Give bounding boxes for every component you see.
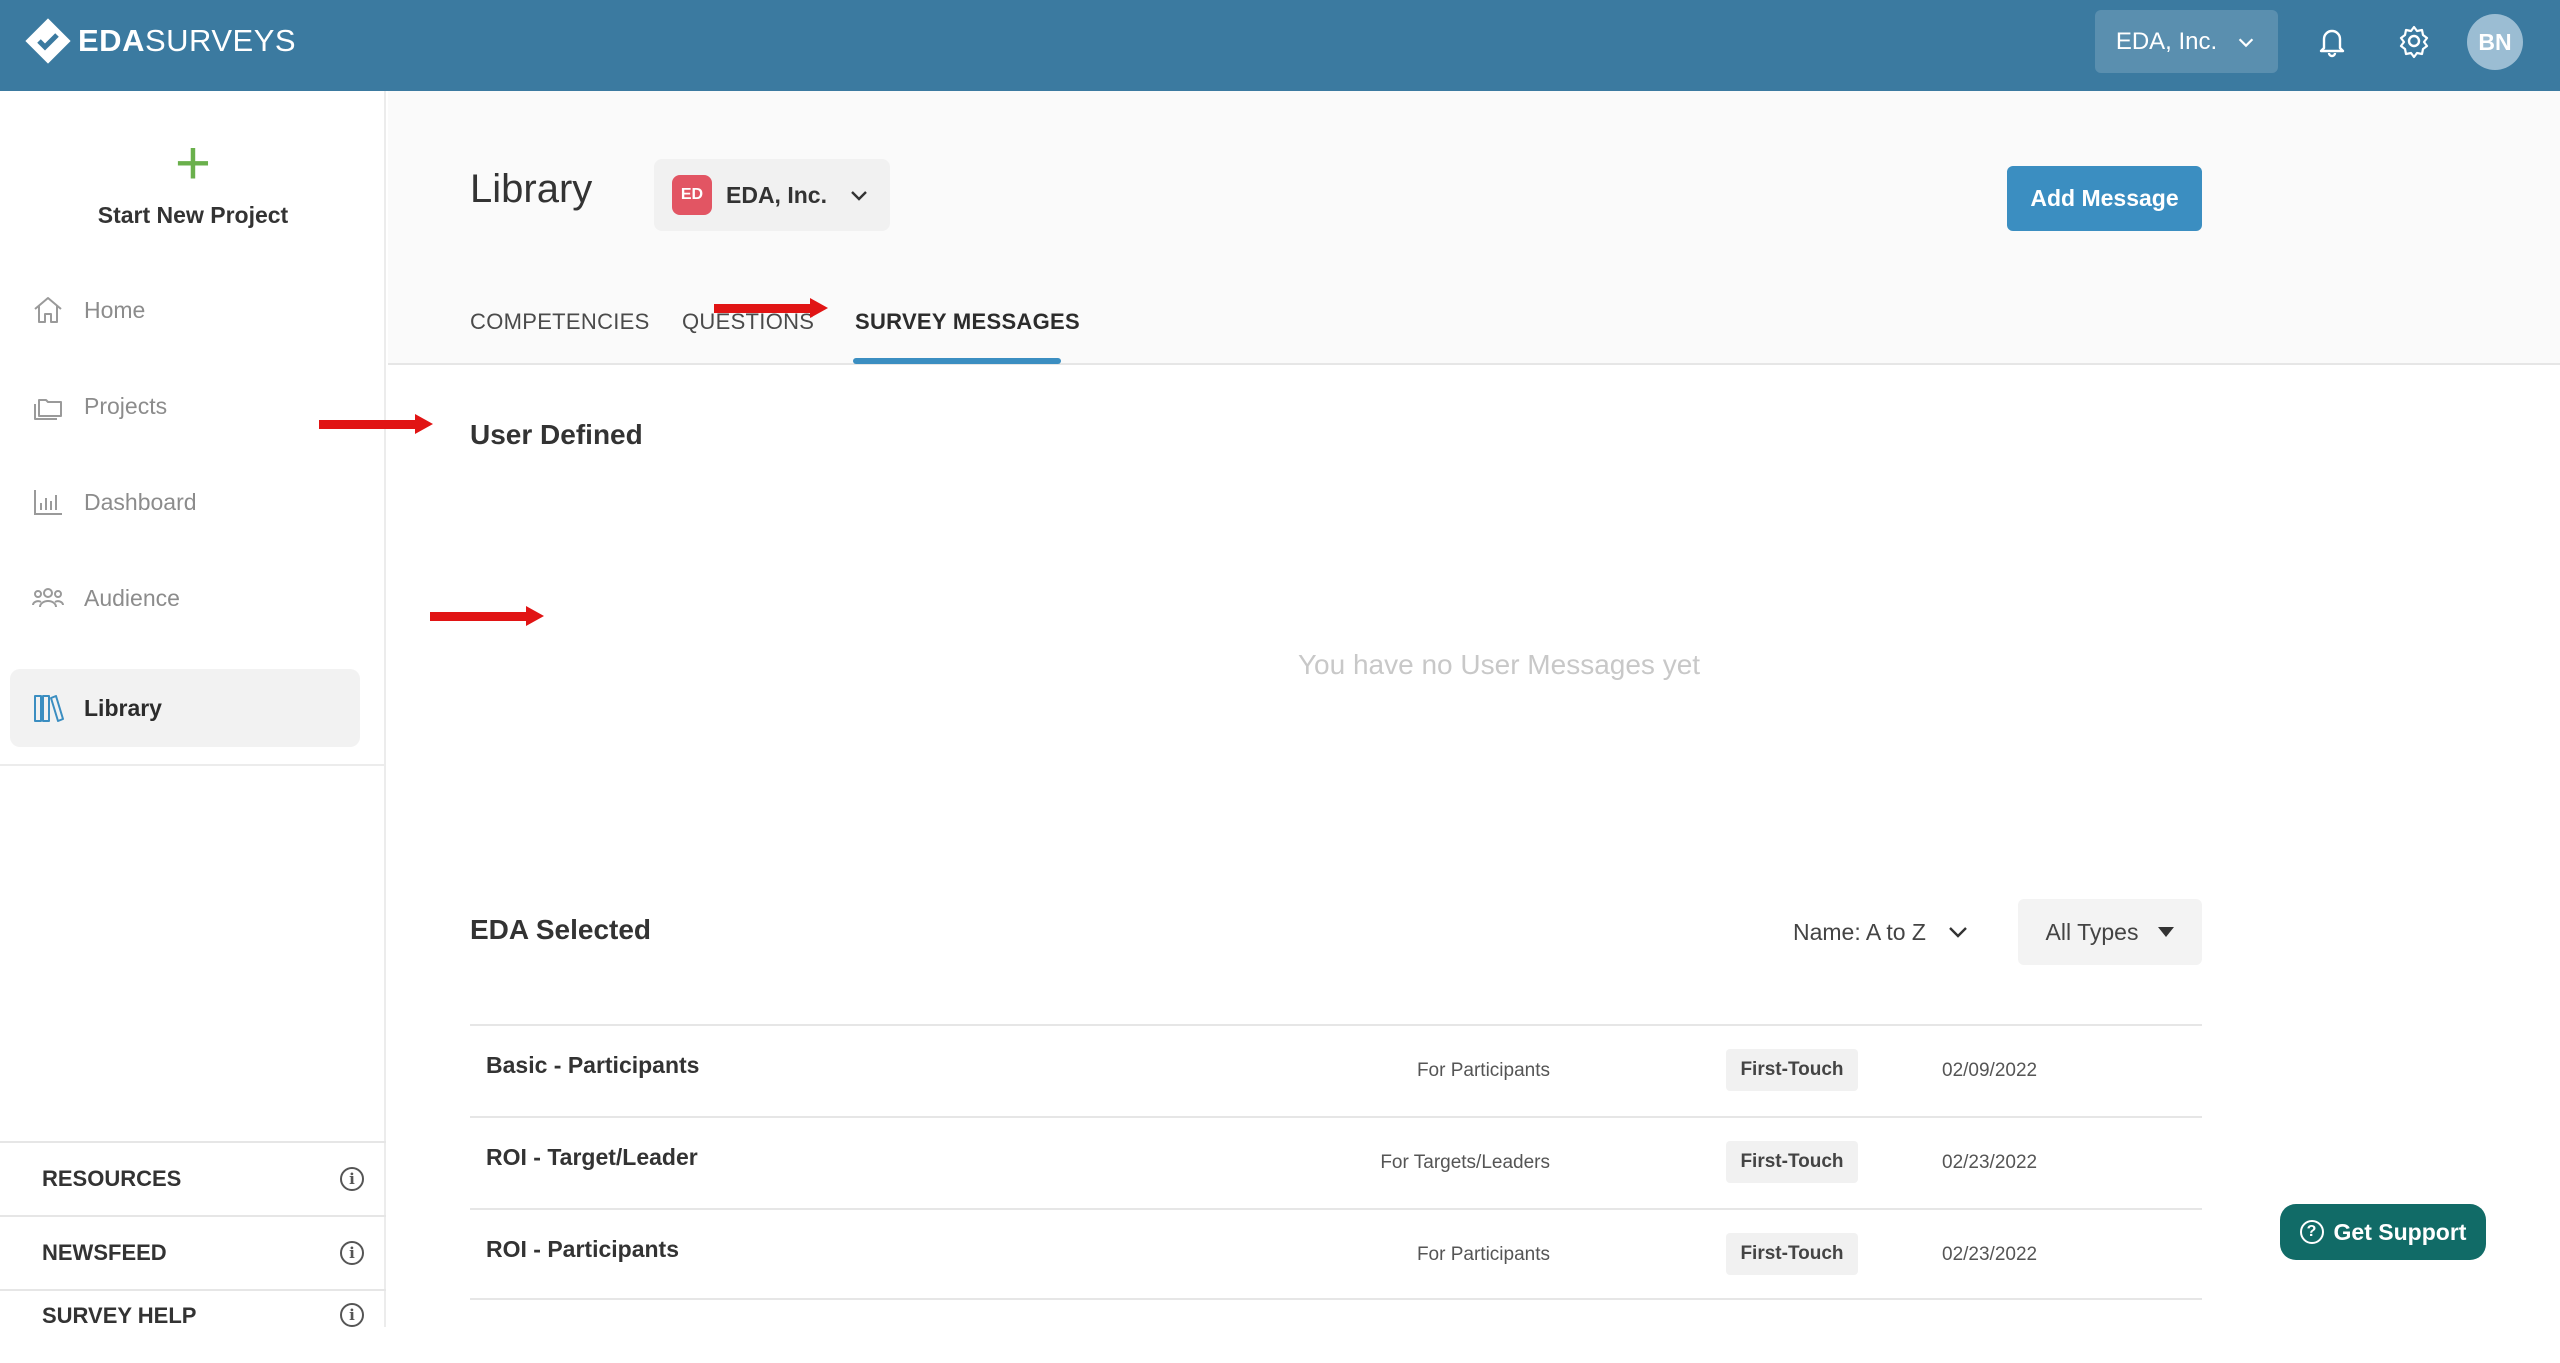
message-date: 02/23/2022 xyxy=(1942,1244,2038,1265)
empty-state-message: You have no User Messages yet xyxy=(1297,649,1701,680)
get-support-label: Get Support xyxy=(2333,1218,2467,1245)
message-audience: For Participants xyxy=(1416,1060,1550,1081)
help-circle-icon: ? xyxy=(2299,1220,2324,1244)
sidebar-item-label: Home xyxy=(84,296,146,323)
top-bar: EDASURVEYS EDA, Inc. BN xyxy=(0,0,2560,91)
start-new-project-button[interactable]: + Start New Project xyxy=(0,129,386,229)
annotation-arrow xyxy=(319,412,433,436)
table-row[interactable]: ROI - Participants For Participants Firs… xyxy=(470,1208,2202,1300)
sidebar-item-library[interactable]: Library xyxy=(10,669,360,747)
sidebar-section-newsfeed[interactable]: NEWSFEED i xyxy=(0,1215,386,1289)
message-audience: For Targets/Leaders xyxy=(1380,1152,1550,1173)
message-audience: For Participants xyxy=(1416,1244,1550,1265)
logo-diamond-icon xyxy=(25,18,71,64)
newsfeed-label: NEWSFEED xyxy=(42,1240,167,1265)
sort-label: Name: A to Z xyxy=(1793,918,1926,945)
main-content: Library ED EDA, Inc. Add Message COMPETE… xyxy=(388,91,2560,1327)
library-books-icon xyxy=(34,695,64,722)
message-date: 02/09/2022 xyxy=(1942,1060,2038,1081)
sidebar-item-dashboard[interactable]: Dashboard xyxy=(10,463,360,541)
sidebar-divider xyxy=(0,764,386,766)
sidebar-item-label: Projects xyxy=(84,392,168,419)
logo-text: EDASURVEYS xyxy=(78,23,297,58)
sidebar-item-label: Dashboard xyxy=(84,488,197,515)
sort-dropdown[interactable]: Name: A to Z xyxy=(1793,909,1970,955)
org-selector-label: EDA, Inc. xyxy=(2115,27,2218,55)
company-badge: ED xyxy=(672,175,712,215)
sidebar-section-survey-help[interactable]: SURVEY HELP i xyxy=(0,1289,386,1363)
sidebar-item-label: Library xyxy=(84,694,162,721)
eda-surveys-logo[interactable]: EDASURVEYS xyxy=(24,16,296,66)
sidebar: + Start New Project Home Projects Dashbo… xyxy=(0,91,386,1328)
message-name: ROI - Target/Leader xyxy=(486,1144,698,1170)
page-header: Library ED EDA, Inc. Add Message COMPETE… xyxy=(388,91,2560,365)
sidebar-section-resources[interactable]: RESOURCES i xyxy=(0,1141,386,1215)
company-selector[interactable]: ED EDA, Inc. xyxy=(654,159,890,231)
info-icon[interactable]: i xyxy=(340,1167,364,1191)
active-tab-indicator xyxy=(853,358,1061,364)
chevron-down-icon xyxy=(2238,37,2254,47)
people-icon xyxy=(32,588,64,608)
start-new-project-label: Start New Project xyxy=(97,202,289,228)
survey-help-label: SURVEY HELP xyxy=(42,1303,197,1328)
folders-icon xyxy=(34,399,62,420)
tab-survey-messages[interactable]: SURVEY MESSAGES xyxy=(855,309,1080,335)
gear-icon[interactable] xyxy=(2394,21,2434,61)
message-type-badge: First-Touch xyxy=(1726,1233,1858,1275)
bar-chart-icon xyxy=(34,490,62,515)
message-date: 02/23/2022 xyxy=(1942,1152,2038,1173)
message-name: ROI - Participants xyxy=(486,1236,679,1262)
info-icon[interactable]: i xyxy=(340,1241,364,1265)
bell-icon[interactable] xyxy=(2312,21,2352,61)
resources-label: RESOURCES xyxy=(42,1166,182,1191)
annotation-arrow xyxy=(714,296,828,320)
messages-table: Basic - Participants For Participants Fi… xyxy=(470,1024,2202,1300)
chevron-down-icon xyxy=(851,191,867,201)
user-avatar[interactable]: BN xyxy=(2467,14,2523,70)
eda-selected-heading: EDA Selected xyxy=(470,914,652,945)
message-name: Basic - Participants xyxy=(486,1052,700,1078)
org-selector[interactable]: EDA, Inc. xyxy=(2095,10,2278,73)
user-defined-heading: User Defined xyxy=(470,419,643,450)
info-icon[interactable]: i xyxy=(340,1303,364,1327)
message-type-badge: First-Touch xyxy=(1726,1049,1858,1091)
table-row[interactable]: ROI - Target/Leader For Targets/Leaders … xyxy=(470,1116,2202,1208)
sidebar-item-label: Audience xyxy=(84,584,180,611)
company-name: EDA, Inc. xyxy=(726,181,827,208)
plus-icon: + xyxy=(174,129,212,198)
sidebar-item-home[interactable]: Home xyxy=(10,271,360,349)
chevron-down-icon xyxy=(1949,927,1967,938)
annotation-arrow xyxy=(430,604,544,628)
table-row[interactable]: Basic - Participants For Participants Fi… xyxy=(470,1024,2202,1116)
type-filter-dropdown[interactable]: All Types xyxy=(2018,899,2202,965)
sidebar-item-audience[interactable]: Audience xyxy=(10,559,360,637)
type-filter-label: All Types xyxy=(2045,918,2139,945)
tab-competencies[interactable]: COMPETENCIES xyxy=(470,309,650,335)
add-message-button[interactable]: Add Message xyxy=(2007,166,2202,231)
sidebar-item-projects[interactable]: Projects xyxy=(10,367,360,445)
get-support-button[interactable]: ? Get Support xyxy=(2280,1204,2486,1260)
page-title: Library xyxy=(470,167,593,211)
caret-down-icon xyxy=(2158,927,2175,937)
message-type-badge: First-Touch xyxy=(1726,1141,1858,1183)
home-icon xyxy=(34,297,62,323)
